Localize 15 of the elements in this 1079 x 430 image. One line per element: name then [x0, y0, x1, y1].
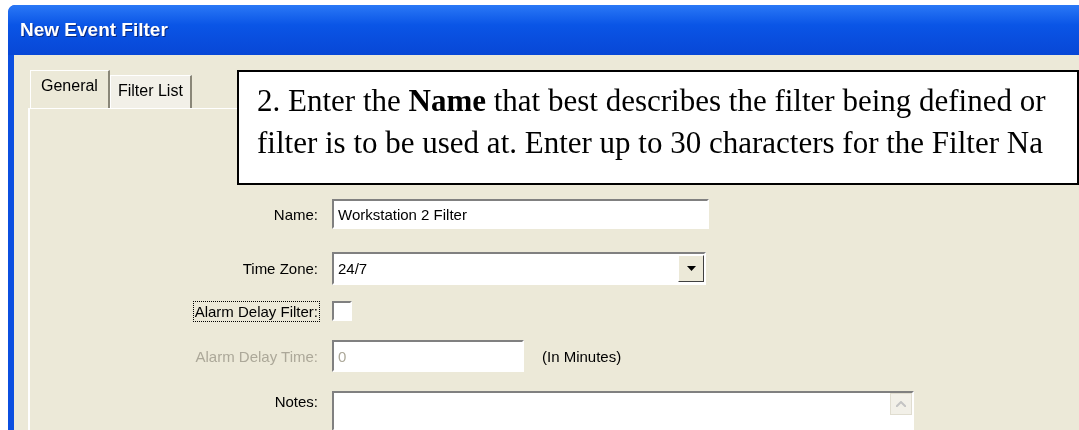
field-label: Alarm Delay Time:: [194, 346, 319, 367]
input-field[interactable]: Workstation 2 Filter: [332, 199, 709, 229]
callout-text: 2. Enter the Name that best describes the filter being defined or: [257, 82, 1046, 120]
tab[interactable]: Filter List: [109, 75, 192, 108]
tab[interactable]: General: [30, 70, 110, 108]
dropdown[interactable]: 24/7: [332, 251, 706, 285]
notes-field[interactable]: [332, 391, 914, 430]
field-label: Name:: [272, 204, 319, 225]
callout-text: filter is to be used at. Enter up to 30 characters for the Filter Na: [257, 124, 1043, 162]
window-title: New Event Filter: [19, 19, 168, 41]
checkbox[interactable]: [332, 301, 352, 321]
unit-label: (In Minutes): [542, 347, 622, 365]
field-label: Notes:: [273, 392, 319, 412]
field-label: Alarm Delay Filter:: [192, 300, 320, 322]
field-label: Time Zone:: [241, 258, 319, 279]
